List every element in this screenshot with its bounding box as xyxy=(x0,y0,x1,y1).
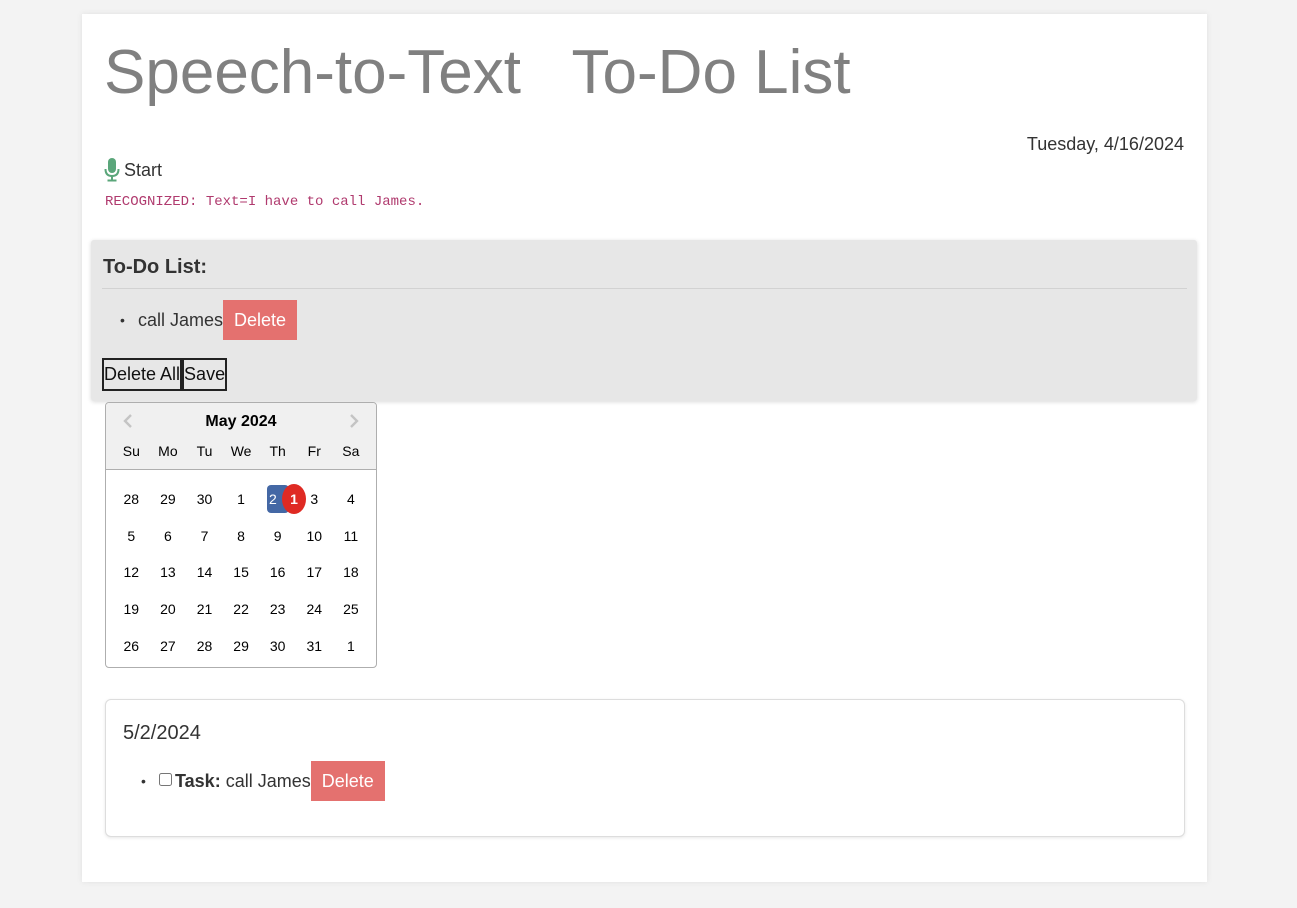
calendar-week: 28 29 30 1 2 1 3 4 xyxy=(113,481,369,518)
calendar-week: 5 6 7 8 9 10 11 xyxy=(113,518,369,555)
divider xyxy=(102,288,1187,289)
weekday-label: Sa xyxy=(342,443,360,459)
calendar-header: May 2024 Su Mo Tu We Th Fr Sa xyxy=(106,403,376,470)
calendar-day[interactable]: 28 xyxy=(113,491,150,507)
calendar-day[interactable]: 6 xyxy=(150,528,187,544)
calendar-day[interactable]: 1 xyxy=(223,491,260,507)
task-date: 5/2/2024 xyxy=(123,722,201,744)
calendar-day[interactable]: 7 xyxy=(186,528,223,544)
page-title: Speech-to-Text To-Do List xyxy=(104,38,851,107)
saved-task-card: 5/2/2024 • Task: call James Delete xyxy=(105,699,1185,837)
calendar-day[interactable]: 10 xyxy=(296,528,333,544)
weekday-label: Fr xyxy=(307,443,321,459)
todo-item-text: call James xyxy=(138,309,224,330)
date-picker: May 2024 Su Mo Tu We Th Fr Sa 28 29 30 1 xyxy=(105,402,377,668)
calendar-week: 26 27 28 29 30 31 1 xyxy=(113,627,369,664)
start-label: Start xyxy=(124,159,163,180)
calendar-day[interactable]: 28 xyxy=(186,638,223,654)
calendar-day[interactable]: 29 xyxy=(150,491,187,507)
chevron-right-icon[interactable] xyxy=(344,411,364,431)
delete-all-button[interactable]: Delete All xyxy=(102,358,183,391)
calendar-week: 12 13 14 15 16 17 18 xyxy=(113,554,369,591)
calendar-week: 19 20 21 22 23 24 25 xyxy=(113,591,369,628)
task-text: call James xyxy=(225,770,311,791)
calendar-day[interactable]: 23 xyxy=(259,601,296,617)
todo-actions: Delete All Save xyxy=(102,358,228,391)
bullet-icon: • xyxy=(120,312,125,328)
calendar-day[interactable]: 12 xyxy=(113,564,150,580)
calendar-day[interactable]: 18 xyxy=(333,564,370,580)
calendar-weekdays: Su Mo Tu We Th Fr Sa xyxy=(113,443,369,459)
calendar-day-selected[interactable]: 2 1 xyxy=(266,484,306,515)
calendar-day[interactable]: 15 xyxy=(223,564,260,580)
calendar-day[interactable]: 20 xyxy=(150,601,187,617)
calendar-day[interactable]: 13 xyxy=(150,564,187,580)
calendar-day[interactable]: 8 xyxy=(223,528,260,544)
calendar-day[interactable]: 3 xyxy=(296,491,333,507)
task-checkbox[interactable] xyxy=(159,772,172,786)
calendar-month: May 2024 xyxy=(205,413,277,430)
calendar-day[interactable]: 30 xyxy=(259,638,296,654)
bullet-icon: • xyxy=(141,773,146,789)
weekday-label: We xyxy=(230,443,252,459)
calendar-day[interactable]: 27 xyxy=(150,638,187,654)
calendar-day[interactable]: 29 xyxy=(223,638,260,654)
task-label: Task: xyxy=(175,770,221,791)
weekday-label: Th xyxy=(269,443,286,459)
calendar-day[interactable]: 5 xyxy=(113,528,150,544)
start-button[interactable]: Start xyxy=(104,158,162,182)
weekday-label: Mo xyxy=(158,443,178,459)
microphone-icon xyxy=(104,158,120,182)
save-button[interactable]: Save xyxy=(182,358,228,391)
calendar-grid: 28 29 30 1 2 1 3 4 5 6 7 8 9 10 11 12 13… xyxy=(113,481,369,664)
calendar-day[interactable]: 11 xyxy=(333,528,370,544)
list-item: • call James Delete xyxy=(120,300,298,340)
todo-list: • call James Delete xyxy=(120,300,298,340)
calendar-day[interactable]: 14 xyxy=(186,564,223,580)
calendar-day[interactable]: 16 xyxy=(259,564,296,580)
calendar-day[interactable]: 31 xyxy=(296,638,333,654)
calendar-day[interactable]: 1 xyxy=(333,638,370,654)
calendar-day[interactable]: 17 xyxy=(296,564,333,580)
calendar-day[interactable]: 9 xyxy=(259,528,296,544)
page-container: Speech-to-Text To-Do List Tuesday, 4/16/… xyxy=(82,14,1207,882)
todo-heading: To-Do List: xyxy=(103,256,208,278)
calendar-day[interactable]: 30 xyxy=(186,491,223,507)
recognized-text: RECOGNIZED: Text=I have to call James. xyxy=(105,194,425,210)
selected-day-number: 2 xyxy=(268,491,277,508)
saved-task-list: • Task: call James Delete xyxy=(141,761,385,801)
weekday-label: Su xyxy=(122,443,140,459)
calendar-day[interactable]: 24 xyxy=(296,601,333,617)
current-date: Tuesday, 4/16/2024 xyxy=(1026,134,1184,154)
calendar-day[interactable]: 19 xyxy=(113,601,150,617)
list-item: • Task: call James Delete xyxy=(141,761,385,801)
delete-task-button[interactable]: Delete xyxy=(310,761,385,801)
weekday-label: Tu xyxy=(196,443,213,459)
calendar-day[interactable]: 26 xyxy=(113,638,150,654)
calendar-day[interactable]: 21 xyxy=(186,601,223,617)
calendar-day[interactable]: 4 xyxy=(333,491,370,507)
calendar-day[interactable]: 22 xyxy=(223,601,260,617)
todo-panel: To-Do List: • call James Delete Delete A… xyxy=(91,240,1197,401)
delete-item-button[interactable]: Delete xyxy=(223,300,298,340)
calendar-day[interactable]: 25 xyxy=(333,601,370,617)
